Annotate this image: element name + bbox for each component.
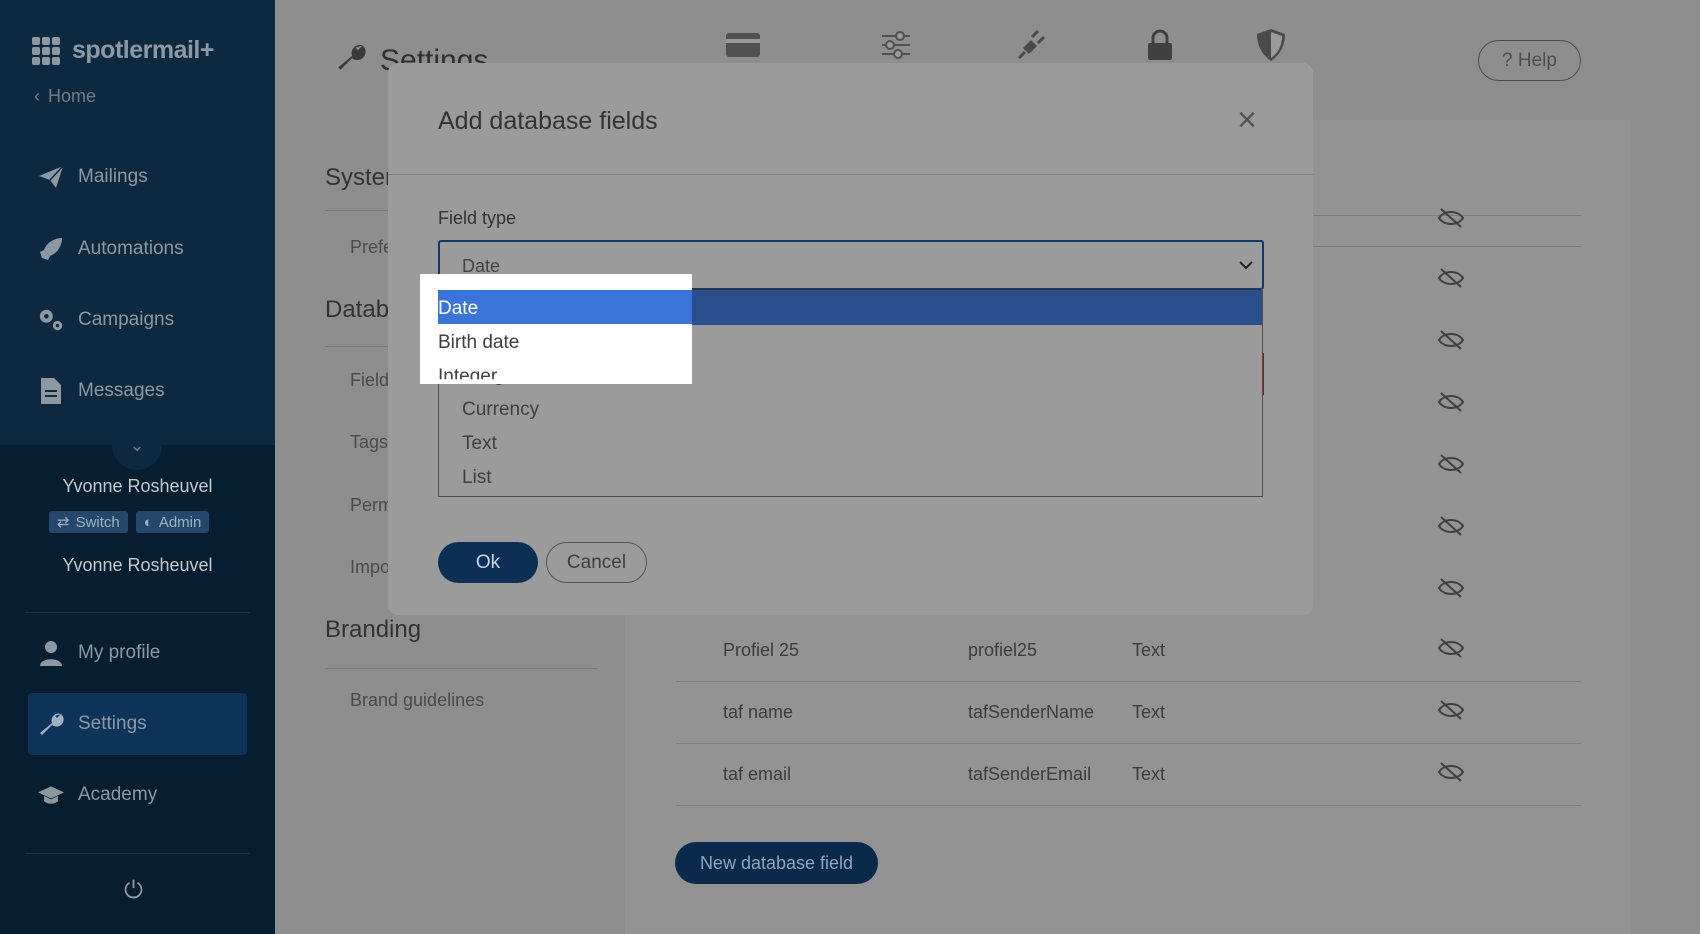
- new-database-field-button[interactable]: New database field: [675, 842, 878, 884]
- nav-automations-label: Automations: [78, 238, 184, 259]
- panel-item-tags[interactable]: Tags: [350, 432, 388, 453]
- nav-mailings[interactable]: Mailings: [38, 164, 148, 190]
- lock-icon[interactable]: [1142, 28, 1178, 62]
- logo[interactable]: spotlermail+: [32, 36, 214, 65]
- nav-settings[interactable]: Settings: [38, 711, 147, 737]
- ok-label: Ok: [475, 551, 501, 573]
- field-type: Text: [1132, 702, 1166, 722]
- field-key: tafSenderName: [968, 702, 1095, 722]
- nav-automations[interactable]: Automations: [38, 236, 184, 262]
- panel-item-import[interactable]: Impo: [350, 557, 390, 578]
- nav-mailings-label: Mailings: [78, 166, 148, 187]
- user-name: Yvonne Rosheuvel: [62, 476, 213, 496]
- panel-item-preferences[interactable]: Prefe: [350, 237, 393, 258]
- eye-slash-icon[interactable]: [1437, 453, 1465, 475]
- table-row[interactable]: taf email tafSenderEmail Text: [676, 744, 1581, 806]
- field-name: taf email: [723, 764, 792, 784]
- nav-my-profile-label: My profile: [78, 642, 161, 663]
- rocket-icon: [38, 236, 64, 262]
- field-type: Text: [1132, 640, 1166, 660]
- sidebar: spotlermail+ ‹ Home Mailings Automations…: [0, 0, 275, 934]
- panel-item-fields[interactable]: Field: [350, 370, 389, 391]
- eye-slash-icon[interactable]: [1437, 761, 1465, 788]
- nav-my-profile[interactable]: My profile: [38, 640, 160, 666]
- chevron-down-icon: [1239, 258, 1253, 272]
- eye-slash-icon[interactable]: [1437, 329, 1465, 351]
- eye-slash-icon[interactable]: [1437, 267, 1465, 289]
- eye-slash-icon[interactable]: [1437, 515, 1465, 537]
- field-type: Text: [1132, 764, 1166, 784]
- close-icon[interactable]: ×: [1230, 103, 1264, 137]
- graduation-cap-icon: [38, 782, 64, 808]
- paper-plane-icon: [38, 164, 64, 190]
- switch-button[interactable]: ⇄ Switch: [49, 511, 128, 533]
- sidebar-divider-bottom: [25, 853, 250, 854]
- option-list[interactable]: List: [439, 461, 1262, 495]
- option-text[interactable]: Text: [439, 427, 1262, 461]
- eye-slash-icon[interactable]: [1437, 637, 1465, 664]
- admin-badge: ◐ Admin: [135, 511, 210, 533]
- panel-item-brand-guidelines[interactable]: Brand guidelines: [350, 690, 484, 711]
- home-label: Home: [48, 86, 97, 106]
- option-currency[interactable]: Currency: [439, 393, 1262, 427]
- nav-messages[interactable]: Messages: [38, 378, 165, 404]
- plug-icon[interactable]: [1013, 28, 1049, 62]
- user-icon: [38, 640, 64, 666]
- chevron-down-icon: ⌄: [129, 434, 145, 455]
- power-icon[interactable]: ⏻: [124, 877, 143, 905]
- wrench-icon: [336, 42, 366, 80]
- eye-slash-icon[interactable]: [1437, 391, 1465, 413]
- patch-option-birth-date: Birth date: [438, 332, 520, 353]
- field-name: taf name: [723, 702, 794, 722]
- nav-campaigns-label: Campaigns: [78, 309, 175, 330]
- field-name: Profiel 25: [723, 640, 800, 660]
- eye-slash-icon[interactable]: [1437, 699, 1465, 726]
- document-icon: [38, 378, 64, 404]
- dropdown-highlight-patch: Date Birth date Integer: [420, 274, 692, 384]
- admin-label: Admin: [158, 513, 202, 531]
- switch-icon: ⇄: [57, 514, 70, 531]
- nav-settings-label: Settings: [78, 713, 147, 734]
- database-heading: Datab: [325, 296, 390, 323]
- panel-item-permissions[interactable]: Perm: [350, 495, 393, 516]
- field-type-label: Field type: [438, 208, 517, 228]
- field-key: tafSenderEmail: [968, 764, 1092, 784]
- gears-icon: [38, 307, 64, 333]
- sidebar-divider: [25, 612, 250, 613]
- account-name: Yvonne Rosheuvel: [62, 555, 213, 575]
- nav-academy-label: Academy: [78, 784, 158, 805]
- help-button[interactable]: ? Help: [1478, 40, 1581, 81]
- nav-messages-label: Messages: [78, 380, 165, 401]
- wrench-icon: [38, 711, 64, 737]
- home-link[interactable]: ‹ Home: [34, 86, 96, 107]
- eye-slash-icon[interactable]: [1437, 207, 1465, 229]
- nav-campaigns[interactable]: Campaigns: [38, 307, 174, 333]
- branding-heading: Branding: [325, 616, 422, 643]
- cancel-button[interactable]: Cancel: [546, 542, 647, 583]
- eye-slash-icon[interactable]: [1437, 577, 1465, 599]
- shield-icon[interactable]: [1253, 28, 1289, 62]
- panel-divider: [325, 668, 598, 669]
- admin-icon: ◐: [143, 513, 153, 531]
- patch-option-date: Date: [438, 298, 479, 319]
- system-heading: Syster: [325, 164, 394, 191]
- new-database-field-label: New database field: [699, 852, 854, 873]
- switch-label: Switch: [75, 513, 120, 531]
- modal-title: Add database fields: [438, 107, 658, 135]
- cancel-label: Cancel: [566, 551, 627, 573]
- chevron-left-icon: ‹: [34, 86, 40, 106]
- sliders-icon[interactable]: [878, 28, 914, 62]
- help-label: ? Help: [1502, 49, 1557, 71]
- table-row[interactable]: Profiel 25 profiel25 Text: [676, 620, 1581, 682]
- logo-text: spotlermail+: [72, 36, 214, 64]
- nav-academy[interactable]: Academy: [38, 782, 157, 808]
- modal-divider: [388, 174, 1313, 175]
- ok-button[interactable]: Ok: [438, 542, 538, 583]
- credit-card-icon[interactable]: [725, 28, 761, 62]
- collapse-menu-button[interactable]: ⌄: [112, 420, 162, 470]
- field-key: profiel25: [968, 640, 1038, 660]
- apps-grid-icon[interactable]: [32, 36, 60, 65]
- user-badges: ⇄ Switch ◐ Admin: [49, 511, 210, 533]
- table-row[interactable]: taf name tafSenderName Text: [676, 682, 1581, 744]
